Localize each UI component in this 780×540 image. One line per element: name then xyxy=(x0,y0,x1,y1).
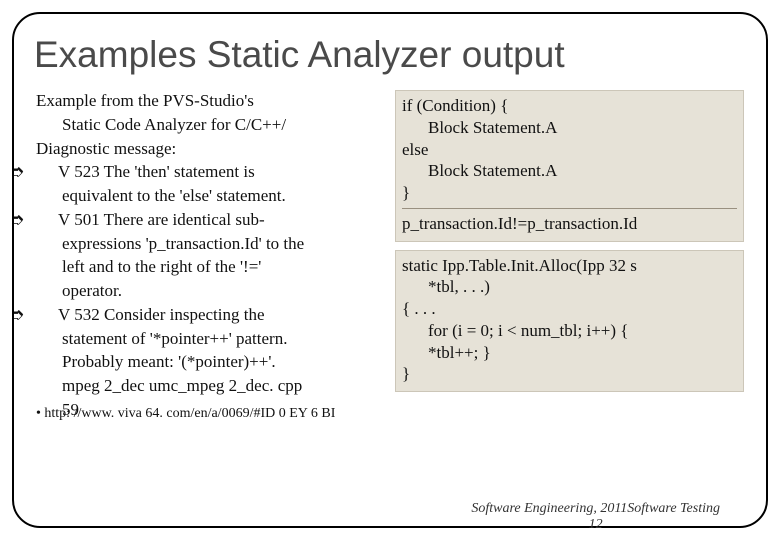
slide-title: Examples Static Analyzer output xyxy=(34,34,756,76)
code-line: for (i = 0; i < num_tbl; i++) { xyxy=(402,320,737,342)
bullet-item: ➮V 523 The 'then' statement is xyxy=(36,161,385,183)
divider xyxy=(402,208,737,209)
code-line: else xyxy=(402,139,737,161)
code-line: } xyxy=(402,182,737,204)
code-line: *tbl++; } xyxy=(402,342,737,364)
left-column: Example from the PVS-Studio's Static Cod… xyxy=(36,90,385,422)
reference-link: • http: //www. viva 64. com/en/a/0069/#I… xyxy=(36,405,385,423)
diag-label: Diagnostic message: xyxy=(36,138,385,160)
bullet-item: ➮V 532 Consider inspecting the xyxy=(36,304,385,326)
bullet-text: left and to the right of the '!=' xyxy=(36,256,385,278)
arrow-icon: ➮ xyxy=(36,209,58,231)
code-line: static Ipp.Table.Init.Alloc(Ipp 32 s xyxy=(402,255,737,277)
slide-footer: Software Engineering, 2011Software Testi… xyxy=(471,501,720,532)
bullet-item: ➮V 501 There are identical sub- xyxy=(36,209,385,231)
bullet-text: expressions 'p_transaction.Id' to the xyxy=(36,233,385,255)
code-line: } xyxy=(402,363,737,385)
bullet-text: V 532 Consider inspecting the xyxy=(58,305,265,324)
arrow-icon: ➮ xyxy=(36,304,58,326)
intro-line: Example from the PVS-Studio's xyxy=(36,90,385,112)
arrow-icon: ➮ xyxy=(36,161,58,183)
code-box: static Ipp.Table.Init.Alloc(Ipp 32 s *tb… xyxy=(395,250,744,393)
code-line: { . . . xyxy=(402,298,737,320)
intro-line: Static Code Analyzer for C/C++/ xyxy=(36,114,385,136)
bullet-text: equivalent to the 'else' statement. xyxy=(36,185,385,207)
footer-text: Software Engineering, 2011Software Testi… xyxy=(471,501,720,516)
bullet-text: Probably meant: '(*pointer)++'. xyxy=(36,351,385,373)
bullet-text: V 501 There are identical sub- xyxy=(58,210,265,229)
right-column: if (Condition) { Block Statement.A else … xyxy=(395,90,744,422)
slide-frame: Examples Static Analyzer output Example … xyxy=(0,0,780,540)
bullet-text: mpeg 2_dec umc_mpeg 2_dec. cpp xyxy=(36,375,385,397)
page-number: 12 xyxy=(589,517,603,532)
code-box: if (Condition) { Block Statement.A else … xyxy=(395,90,744,242)
bullet-text: operator. xyxy=(36,280,385,302)
code-line: if (Condition) { xyxy=(402,95,737,117)
code-line: Block Statement.A xyxy=(402,117,737,139)
bullet-text: V 523 The 'then' statement is xyxy=(58,162,255,181)
bullet-text: statement of '*pointer++' pattern. xyxy=(36,328,385,350)
code-line: *tbl, . . .) xyxy=(402,276,737,298)
slide-body: Example from the PVS-Studio's Static Cod… xyxy=(16,90,764,422)
code-line: p_transaction.Id!=p_transaction.Id xyxy=(402,213,737,235)
code-line: Block Statement.A xyxy=(402,160,737,182)
